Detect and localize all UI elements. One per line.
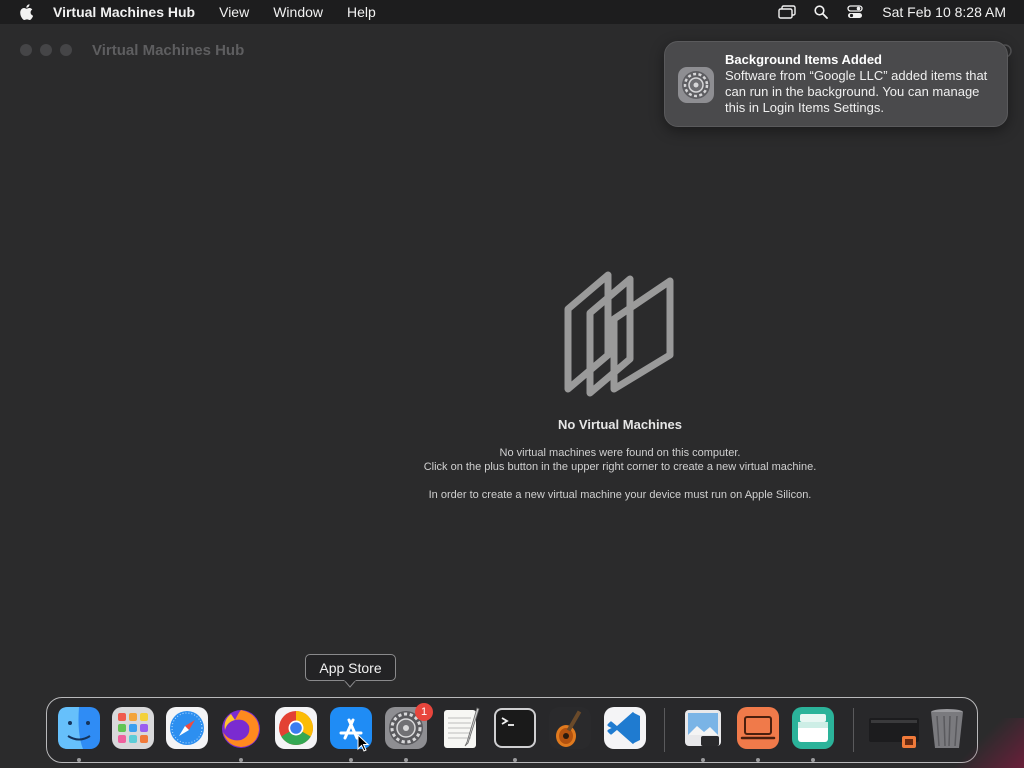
menu-window[interactable]: Window <box>261 4 335 20</box>
screen-mirroring-button[interactable] <box>770 0 804 24</box>
minimize-window-button[interactable] <box>40 44 52 56</box>
empty-state-line-2: Click on the plus button in the upper ri… <box>423 461 817 473</box>
menu-bar: Virtual Machines Hub View Window Help Sa… <box>0 0 1024 24</box>
empty-state-title: No Virtual Machines <box>557 417 682 432</box>
control-center-button[interactable] <box>838 0 872 24</box>
dock-downloads-stack[interactable] <box>869 706 919 750</box>
virtual-machines-icon <box>564 271 674 397</box>
textedit-icon <box>444 707 480 748</box>
app-window: Virtual Machines Hub No Virtual Machines… <box>0 24 1024 768</box>
menu-app-name[interactable]: Virtual Machines Hub <box>52 4 207 20</box>
safari-icon <box>166 707 208 749</box>
dock-virtual-machines-hub[interactable] <box>791 706 835 750</box>
notification-text: Software from “Google LLC” added items t… <box>725 68 988 115</box>
system-settings-icon <box>678 67 714 103</box>
running-indicator <box>349 758 353 762</box>
menu-help[interactable]: Help <box>335 4 388 20</box>
launchpad-icon <box>112 707 154 749</box>
dock-separator <box>664 708 665 752</box>
firefox-icon <box>222 710 260 748</box>
dock-tooltip: App Store <box>305 654 396 681</box>
dock-garageband[interactable] <box>548 706 592 750</box>
garageband-icon <box>549 707 591 749</box>
virtual-machines-hub-icon <box>792 707 834 749</box>
dock-textedit[interactable] <box>439 706 483 750</box>
dock-chrome[interactable] <box>274 706 318 750</box>
spotlight-button[interactable] <box>804 0 838 24</box>
mouse-cursor-icon <box>357 734 369 752</box>
control-center-icon <box>847 5 863 18</box>
preview-icon <box>685 710 721 746</box>
running-indicator <box>77 758 81 762</box>
running-indicator <box>404 758 408 762</box>
screen-mirroring-icon <box>778 5 796 19</box>
apple-icon <box>20 4 33 20</box>
menu-bar-clock[interactable]: Sat Feb 10 8:28 AM <box>872 4 1024 20</box>
dock-safari[interactable] <box>165 706 209 750</box>
dock: 1 <box>46 697 978 763</box>
dock-preview[interactable] <box>681 706 725 750</box>
running-indicator <box>811 758 815 762</box>
dock-vscode[interactable] <box>603 706 647 750</box>
dock-terminal[interactable] <box>493 706 537 750</box>
empty-state-line-3: In order to create a new virtual machine… <box>428 489 812 501</box>
vscode-icon <box>604 707 646 749</box>
desktop-wallpaper <box>954 718 1024 768</box>
close-window-button[interactable] <box>20 44 32 56</box>
notification-title: Background Items Added <box>725 52 882 67</box>
empty-state-message: No virtual machines were found on this c… <box>424 446 817 474</box>
dock-screen-sharing[interactable] <box>736 706 780 750</box>
window-title: Virtual Machines Hub <box>92 41 245 59</box>
screen-sharing-icon <box>737 707 779 749</box>
dock-launchpad[interactable] <box>111 706 155 750</box>
downloads-stack-icon <box>869 718 919 748</box>
window-controls <box>20 44 72 56</box>
tooltip-arrow <box>344 680 356 688</box>
empty-state: No Virtual Machines No virtual machines … <box>320 269 920 502</box>
dock-firefox[interactable] <box>219 706 263 750</box>
notification-banner[interactable]: Background Items Added Software from “Go… <box>664 41 1008 127</box>
chrome-icon <box>275 707 317 749</box>
dock-separator <box>853 708 854 752</box>
running-indicator <box>756 758 760 762</box>
running-indicator <box>701 758 705 762</box>
apple-menu[interactable] <box>0 4 52 20</box>
zoom-window-button[interactable] <box>60 44 72 56</box>
running-indicator <box>239 758 243 762</box>
dock-finder[interactable] <box>57 706 101 750</box>
empty-state-line-1: No virtual machines were found on this c… <box>499 447 741 459</box>
notification-badge: 1 <box>415 703 433 721</box>
spotlight-search-icon <box>814 5 829 19</box>
terminal-icon <box>494 708 536 748</box>
running-indicator <box>513 758 517 762</box>
finder-icon <box>58 707 100 749</box>
menu-view[interactable]: View <box>207 4 261 20</box>
